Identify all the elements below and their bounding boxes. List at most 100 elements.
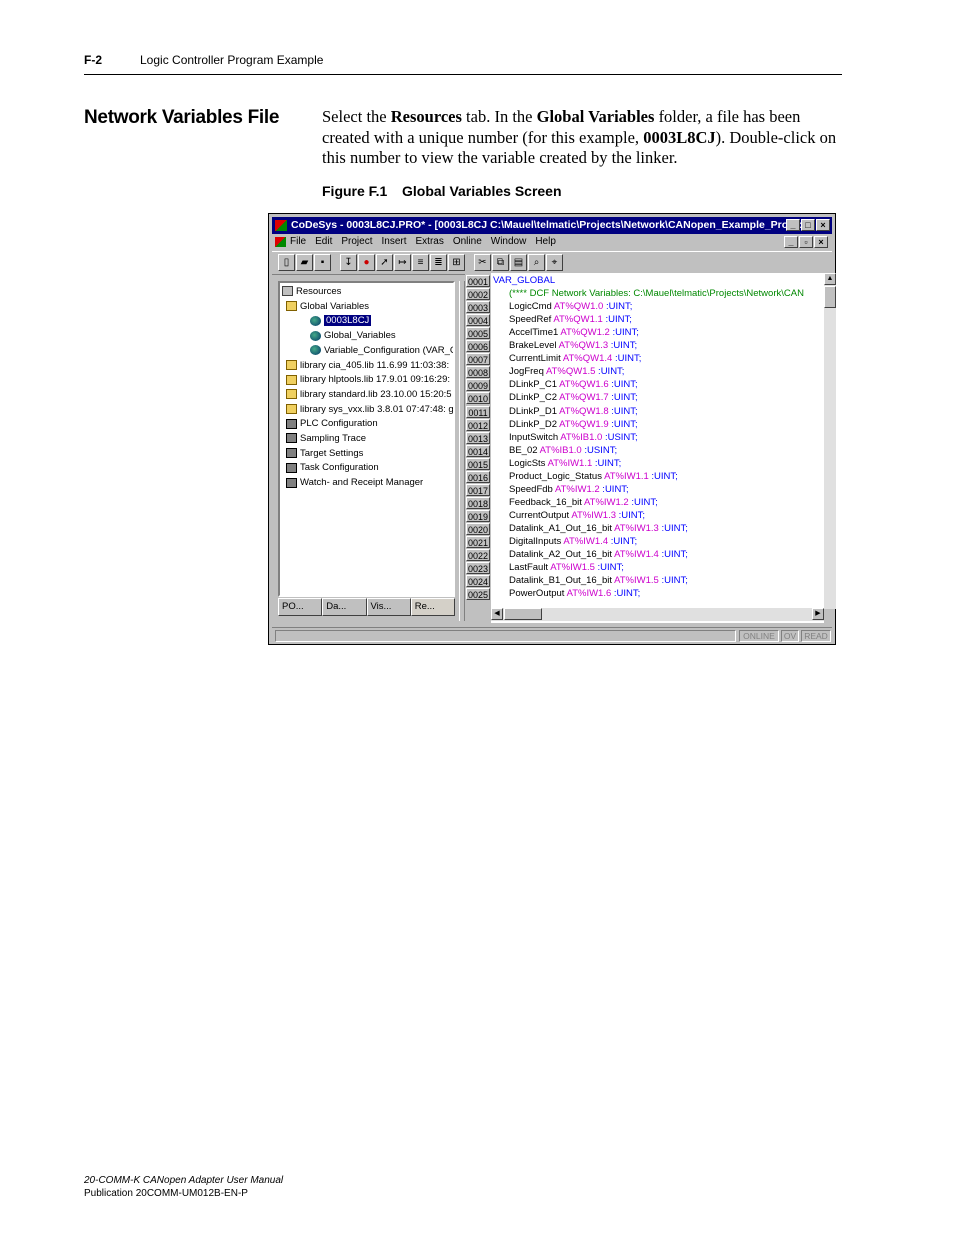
horizontal-scrollbar[interactable]: ◀ ▶ (491, 608, 824, 621)
tree-item[interactable]: Target Settings (286, 447, 363, 461)
tab-1[interactable]: Da... (322, 598, 367, 616)
menu-item[interactable]: Extras (416, 234, 444, 250)
code-line[interactable]: JogFreq AT%QW1.5 :UINT; (509, 365, 624, 378)
tree-item[interactable]: 0003L8CJ (310, 314, 372, 328)
code-line[interactable]: InputSwitch AT%IB1.0 :USINT; (509, 431, 638, 444)
breakpoint-icon[interactable]: ⊞ (448, 254, 465, 271)
line-number: 0011 (466, 405, 490, 418)
code-line[interactable]: DLinkP_C2 AT%QW1.7 :UINT; (509, 391, 638, 404)
tree-item[interactable]: PLC Configuration (286, 417, 378, 431)
line-number: 0020 (466, 522, 490, 535)
doc-close-button[interactable]: × (814, 236, 828, 248)
code-line[interactable]: Datalink_A1_Out_16_bit AT%IW1.3 :UINT; (509, 522, 688, 535)
code-line[interactable]: DigitalInputs AT%IW1.4 :UINT; (509, 535, 637, 548)
login-icon[interactable]: ↧ (340, 254, 357, 271)
tree-item[interactable]: library sys_vxx.lib 3.8.01 07:47:48: g (286, 403, 453, 417)
run-icon[interactable]: ➚ (376, 254, 393, 271)
window-titlebar[interactable]: CoDeSys - 0003L8CJ.PRO* - [0003L8CJ C:\M… (272, 217, 832, 234)
tree-item[interactable]: Global Variables (286, 300, 369, 314)
menu-item[interactable]: Online (453, 234, 482, 250)
code-line[interactable]: SpeedRef AT%QW1.1 :UINT; (509, 313, 632, 326)
code-line[interactable]: LastFault AT%IW1.5 :UINT; (509, 561, 624, 574)
line-number: 0001 (466, 275, 490, 287)
scroll-up-icon[interactable]: ▲ (824, 273, 836, 285)
code-line[interactable]: LogicCmd AT%QW1.0 :UINT; (509, 300, 632, 313)
resource-icon (286, 462, 297, 473)
resource-icon (286, 448, 297, 459)
tree-item[interactable]: Watch- and Receipt Manager (286, 476, 423, 490)
menu-item[interactable]: Insert (381, 234, 406, 250)
tree-item[interactable]: library standard.lib 23.10.00 15:20:5 (286, 388, 452, 402)
tab-2[interactable]: Vis... (366, 598, 411, 616)
stop-icon[interactable]: ● (358, 254, 375, 271)
tree-item[interactable]: library cia_405.lib 11.6.99 11:03:38: (286, 359, 449, 373)
code-line[interactable]: BE_02 AT%IB1.0 :USINT; (509, 444, 617, 457)
scroll-thumb[interactable] (824, 286, 836, 308)
find-next-icon[interactable]: ⌖ (546, 254, 563, 271)
code-line[interactable]: Datalink_B1_Out_16_bit AT%IW1.5 :UINT; (509, 574, 688, 587)
doc-restore-button[interactable]: ▫ (799, 236, 813, 248)
code-line[interactable]: AccelTime1 AT%QW1.2 :UINT; (509, 326, 639, 339)
tree-item[interactable]: library hlptools.lib 17.9.01 09:16:29: (286, 373, 450, 387)
hscroll-thumb[interactable] (504, 608, 542, 620)
step-in-icon[interactable]: ≣ (430, 254, 447, 271)
code-editor[interactable]: 0001 0002 0003 0004 0005 0006 0007 0008 0009 0010… (465, 273, 824, 623)
copy-icon[interactable]: ⧉ (492, 254, 509, 271)
tree-item[interactable]: Task Configuration (286, 461, 379, 475)
tree-item-label: Watch- and Receipt Manager (300, 477, 424, 489)
logout-icon[interactable]: ↦ (394, 254, 411, 271)
code-line[interactable]: VAR_GLOBAL (493, 274, 555, 287)
figure-number: Figure F.1 (322, 183, 388, 199)
code-line[interactable]: Product_Logic_Status AT%IW1.1 :UINT; (509, 470, 678, 483)
menu-item[interactable]: Help (535, 234, 556, 250)
tab-3[interactable]: Re... (410, 598, 455, 616)
code-line[interactable]: CurrentLimit AT%QW1.4 :UINT; (509, 352, 641, 365)
line-number: 0008 (466, 366, 490, 379)
line-number: 0002 (466, 288, 490, 301)
doc-minimize-button[interactable]: _ (784, 236, 798, 248)
code-line[interactable]: BrakeLevel AT%QW1.3 :UINT; (509, 339, 637, 352)
menu-item[interactable]: Project (341, 234, 372, 250)
menu-item[interactable]: Edit (315, 234, 332, 250)
scroll-right-icon[interactable]: ▶ (812, 608, 824, 620)
resource-icon (286, 477, 297, 488)
find-icon[interactable]: ⌕ (528, 254, 545, 271)
step-over-icon[interactable]: ≡ (412, 254, 429, 271)
save-icon[interactable]: ▪ (314, 254, 331, 271)
code-line[interactable]: DLinkP_D2 AT%QW1.9 :UINT; (509, 418, 638, 431)
code-line[interactable]: PowerOutput AT%IW1.6 :UINT; (509, 587, 640, 600)
paste-icon[interactable]: ▤ (510, 254, 527, 271)
globe-icon (310, 330, 321, 341)
code-line[interactable]: DLinkP_C1 AT%QW1.6 :UINT; (509, 378, 638, 391)
close-button[interactable]: × (816, 219, 830, 231)
resource-icon (286, 418, 297, 429)
code-line[interactable]: DLinkP_D1 AT%QW1.8 :UINT; (509, 405, 638, 418)
code-line[interactable]: (**** DCF Network Variables: C:\Mauel\te… (509, 287, 804, 300)
code-line[interactable]: Feedback_16_bit AT%IW1.2 :UINT; (509, 496, 658, 509)
tree-item[interactable]: Variable_Configuration (VAR_CI (310, 344, 453, 358)
tree-item[interactable]: Global_Variables (310, 329, 396, 343)
tab-0[interactable]: PO... (278, 598, 323, 616)
maximize-button[interactable]: □ (801, 219, 815, 231)
menu-item[interactable]: Window (491, 234, 527, 250)
code-line[interactable]: LogicSts AT%IW1.1 :UINT; (509, 457, 621, 470)
new-file-icon[interactable]: ▯ (278, 254, 295, 271)
tree-item[interactable]: Resources (282, 285, 341, 299)
cut-icon[interactable]: ✂ (474, 254, 491, 271)
open-folder-icon[interactable]: ▰ (296, 254, 313, 271)
tree-item-label: Global Variables (300, 300, 370, 312)
scroll-left-icon[interactable]: ◀ (491, 608, 503, 620)
folder-icon (286, 301, 297, 312)
tree-item[interactable]: Sampling Trace (286, 432, 366, 446)
code-line[interactable]: SpeedFdb AT%IW1.2 :UINT; (509, 483, 629, 496)
line-number: 0016 (466, 470, 490, 483)
document-icon[interactable] (275, 237, 286, 247)
line-number: 0010 (466, 392, 490, 405)
vertical-scrollbar[interactable]: ▲ (824, 273, 836, 609)
code-line[interactable]: CurrentOutput AT%IW1.3 :UINT; (509, 509, 645, 522)
tree-item-label: Task Configuration (300, 462, 379, 474)
code-line[interactable]: Datalink_A2_Out_16_bit AT%IW1.4 :UINT; (509, 548, 688, 561)
minimize-button[interactable]: _ (786, 219, 800, 231)
menu-item[interactable]: File (290, 234, 306, 250)
folder-icon (286, 389, 297, 400)
